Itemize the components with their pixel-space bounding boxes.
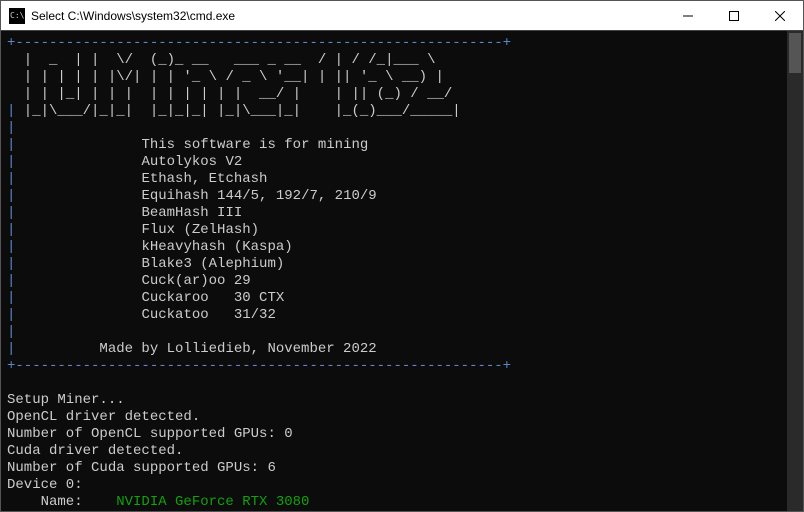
algo-line: Cuckatoo 31/32 bbox=[141, 307, 275, 323]
scrollbar[interactable] bbox=[787, 31, 803, 511]
algo-line: Equihash 144/5, 192/7, 210/9 bbox=[141, 188, 376, 204]
algo-line: Autolykos V2 bbox=[141, 154, 242, 170]
setup-line: Cuda driver detected. bbox=[7, 443, 183, 459]
gpu-name: NVIDIA GeForce RTX 3080 bbox=[116, 494, 309, 510]
close-button[interactable] bbox=[757, 1, 803, 30]
cmd-icon bbox=[9, 8, 25, 24]
window-title: Select C:\Windows\system32\cmd.exe bbox=[31, 9, 665, 23]
gpu-name-label: Name: bbox=[7, 494, 116, 510]
minimize-button[interactable] bbox=[665, 1, 711, 30]
setup-line: Setup Miner... bbox=[7, 392, 125, 408]
setup-line: OpenCL driver detected. bbox=[7, 409, 200, 425]
titlebar[interactable]: Select C:\Windows\system32\cmd.exe bbox=[1, 1, 803, 31]
made-by: Made by Lolliedieb, November 2022 bbox=[99, 341, 376, 357]
terminal-output[interactable]: +---------------------------------------… bbox=[1, 31, 803, 511]
scrollbar-thumb[interactable] bbox=[789, 33, 801, 73]
algo-line: Blake3 (Alephium) bbox=[141, 256, 284, 272]
box-border-top: +---------------------------------------… bbox=[7, 35, 511, 51]
algo-line: Flux (ZelHash) bbox=[141, 222, 259, 238]
window-controls bbox=[665, 1, 803, 30]
algo-line: kHeavyhash (Kaspa) bbox=[141, 239, 292, 255]
algo-line: Cuck(ar)oo 29 bbox=[141, 273, 250, 289]
setup-line: Device 0: bbox=[7, 477, 83, 493]
setup-line: Number of OpenCL supported GPUs: 0 bbox=[7, 426, 293, 442]
ascii-logo: | _ | | \/ (_)_ __ ___ _ __ / | / /_|___… bbox=[15, 52, 460, 120]
algo-line: Ethash, Etchash bbox=[141, 171, 267, 187]
cmd-window: Select C:\Windows\system32\cmd.exe +----… bbox=[0, 0, 804, 512]
algo-line: Cuckaroo 30 CTX bbox=[141, 290, 284, 306]
maximize-button[interactable] bbox=[711, 1, 757, 30]
intro-line: This software is for mining bbox=[141, 137, 368, 153]
setup-line: Number of Cuda supported GPUs: 6 bbox=[7, 460, 276, 476]
algo-line: BeamHash III bbox=[141, 205, 242, 221]
box-border-bottom: +---------------------------------------… bbox=[7, 358, 511, 374]
